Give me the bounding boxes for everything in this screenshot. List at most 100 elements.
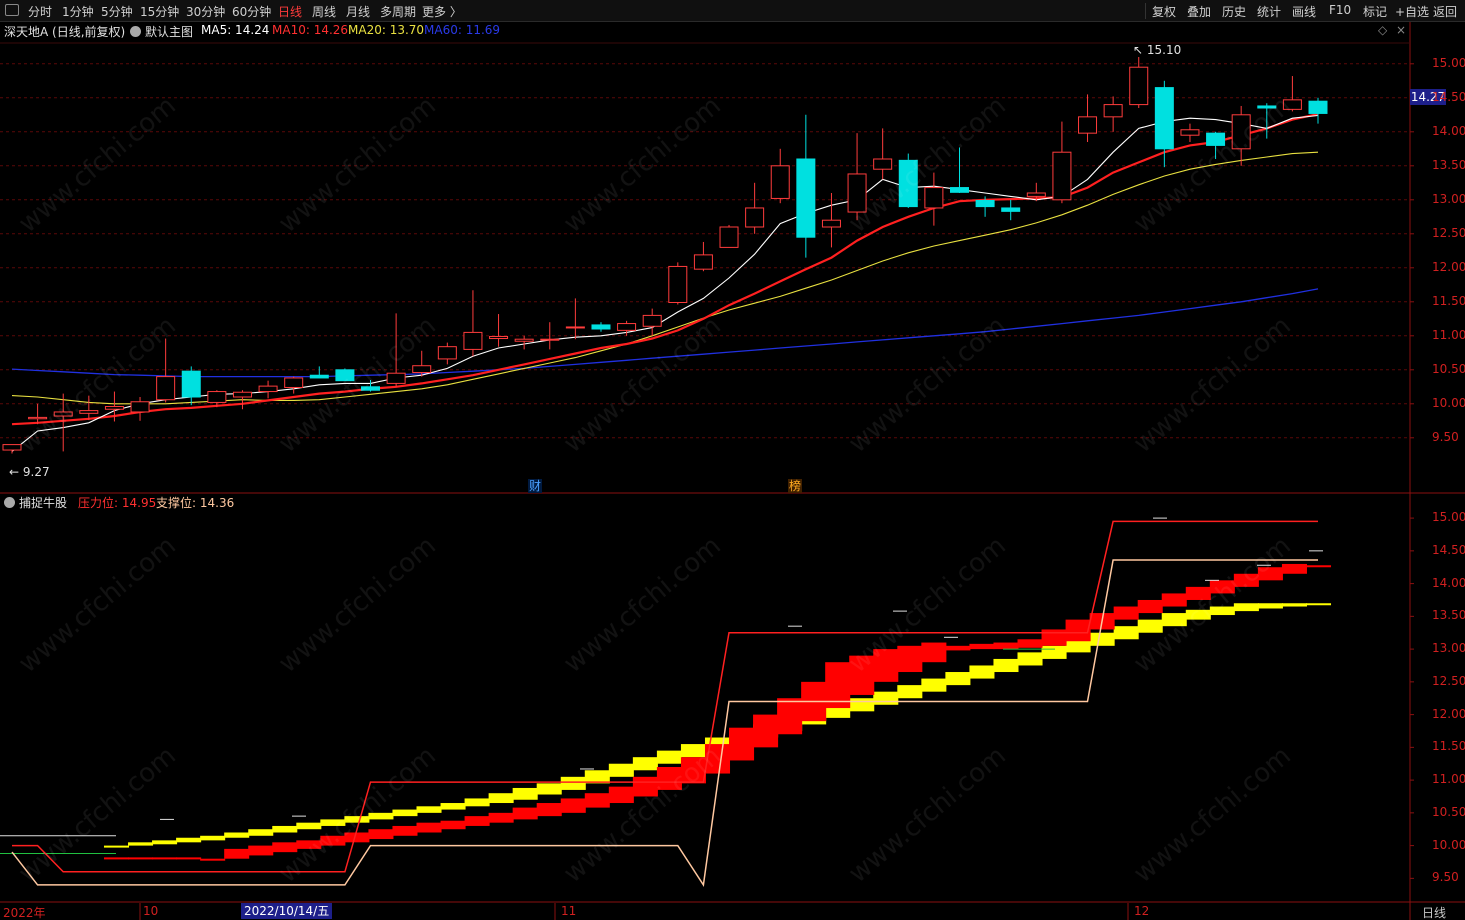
candle-body-up <box>642 314 662 327</box>
main-axis-tick-label: 15.00 <box>1432 55 1465 70</box>
support-band-block <box>440 803 466 810</box>
sub-axis-tick-label: 11.50 <box>1432 739 1465 754</box>
year-label: 2022年 <box>3 906 46 920</box>
main-axis-tick-label: 9.50 <box>1432 429 1459 444</box>
main-indicator[interactable]: 默认主图 <box>130 23 193 40</box>
candle-body-down <box>181 370 201 398</box>
candle-body-up <box>489 335 509 340</box>
support-band-block <box>1161 613 1187 627</box>
main-axis-tick-label: 10.00 <box>1432 395 1465 410</box>
pressure-band-block <box>224 848 250 859</box>
pressure-step-line <box>12 520 1318 873</box>
support-band-block <box>512 787 538 800</box>
pressure-band-block <box>584 793 610 808</box>
candle-body-up <box>617 323 637 331</box>
support-band-block <box>632 757 658 771</box>
indicator-name: 默认主图 <box>145 25 194 39</box>
support-band-block <box>993 658 1019 673</box>
pressure-band-block <box>200 858 226 861</box>
support-band-block <box>416 806 442 813</box>
main-axis-tick-label: 14.00 <box>1432 123 1465 138</box>
support-band-block <box>464 798 490 807</box>
low-value: 9.27 <box>22 465 50 479</box>
candles <box>2 57 1328 454</box>
main-axis-tick-label: 12.00 <box>1432 259 1465 274</box>
pressure-band-block <box>897 645 923 673</box>
main-axis-tick-label: 11.00 <box>1432 327 1465 342</box>
pressure-band-block <box>103 857 130 860</box>
finance-marker[interactable]: 财 <box>528 479 543 493</box>
sub-bands <box>0 563 1332 861</box>
ma10-value: MA10: 14.26 <box>272 23 349 37</box>
high-marker: ↖ 15.10 <box>1133 43 1182 57</box>
pressure-band-block <box>656 767 682 790</box>
candle-body-up <box>156 376 176 401</box>
pressure-band-block <box>1281 563 1307 574</box>
candle-body-up <box>540 338 560 341</box>
main-axis-tick-label: 13.50 <box>1432 157 1465 172</box>
support-value: 支撑位: 14.36 <box>156 496 235 510</box>
support-band-block <box>560 776 586 790</box>
month-10-label: 10 <box>143 904 159 918</box>
ranking-marker[interactable]: 榜 <box>788 479 803 493</box>
settings-icon[interactable] <box>4 497 15 508</box>
pressure-band-block <box>921 642 947 663</box>
main-axis-tick-label: 10.50 <box>1432 361 1465 376</box>
ma5-value: MA5: 14.24 <box>201 23 270 37</box>
support-band-block <box>536 783 562 795</box>
stock-name[interactable]: 深天地A (日线,前复权) <box>4 23 125 40</box>
candle-body-down <box>1206 132 1226 146</box>
pressure-band-block <box>849 655 875 695</box>
support-band-block <box>200 835 226 841</box>
sub-axis-tick-label: 11.00 <box>1432 772 1465 787</box>
support-band-block <box>344 816 370 823</box>
sub-axis-tick-label: 14.00 <box>1432 575 1465 590</box>
candle-body-up <box>770 165 790 199</box>
sub-axis-tick-label: 12.50 <box>1432 673 1465 688</box>
diamond-icon[interactable]: ◇ <box>1378 23 1387 37</box>
sub-indicator-name: 捕捉牛股 <box>19 496 68 510</box>
candle-body-up <box>668 265 688 303</box>
candle-body-up <box>437 346 457 360</box>
candle-body-up <box>719 226 739 248</box>
candle-body-up <box>232 391 252 398</box>
high-value: 15.10 <box>1146 43 1182 57</box>
sub-indicator[interactable]: 捕捉牛股 <box>4 494 67 511</box>
candle-body-down <box>949 187 969 193</box>
candle-body-up <box>412 365 432 374</box>
close-icon[interactable]: × <box>1396 23 1406 37</box>
settings-icon[interactable] <box>130 26 141 37</box>
pressure-band-block <box>1137 599 1163 614</box>
support-band-block <box>128 842 154 846</box>
pressure-band-block <box>1041 629 1067 646</box>
pressure-band-block <box>296 840 322 849</box>
candle-body-down <box>591 324 611 330</box>
pressure-band-block <box>729 727 755 761</box>
pressure-band-block <box>440 820 466 830</box>
pressure-band-block <box>1233 573 1259 587</box>
ma20-line <box>11 151 1319 405</box>
pressure-band-block <box>536 803 562 817</box>
candle-body-up <box>847 173 867 213</box>
pressure-band-block <box>1161 593 1187 607</box>
pressure-band-block <box>632 776 658 797</box>
support-band-block <box>1137 619 1163 633</box>
candle-body-down <box>796 158 816 238</box>
month-12-label: 12 <box>1134 904 1150 918</box>
candle-body-up <box>745 207 765 228</box>
pressure-band-block <box>560 798 586 813</box>
pressure-band-block <box>320 835 346 846</box>
ma20-value: MA20: 13.70 <box>348 23 425 37</box>
pressure-band-block <box>128 857 154 860</box>
candle-body-up <box>1129 66 1149 106</box>
support-band-block <box>176 837 202 843</box>
candle-body-up <box>130 401 150 413</box>
sub-axis-tick-label: 14.50 <box>1432 542 1465 557</box>
sub-axis-tick-label: 10.50 <box>1432 804 1465 819</box>
pressure-band-block <box>1017 639 1043 648</box>
pressure-band-block <box>608 786 634 804</box>
period-label[interactable]: 日线 <box>1422 904 1446 920</box>
month-11-label: 11 <box>561 904 577 918</box>
pressure-band-block <box>1113 606 1139 620</box>
candle-body-up <box>53 411 73 417</box>
